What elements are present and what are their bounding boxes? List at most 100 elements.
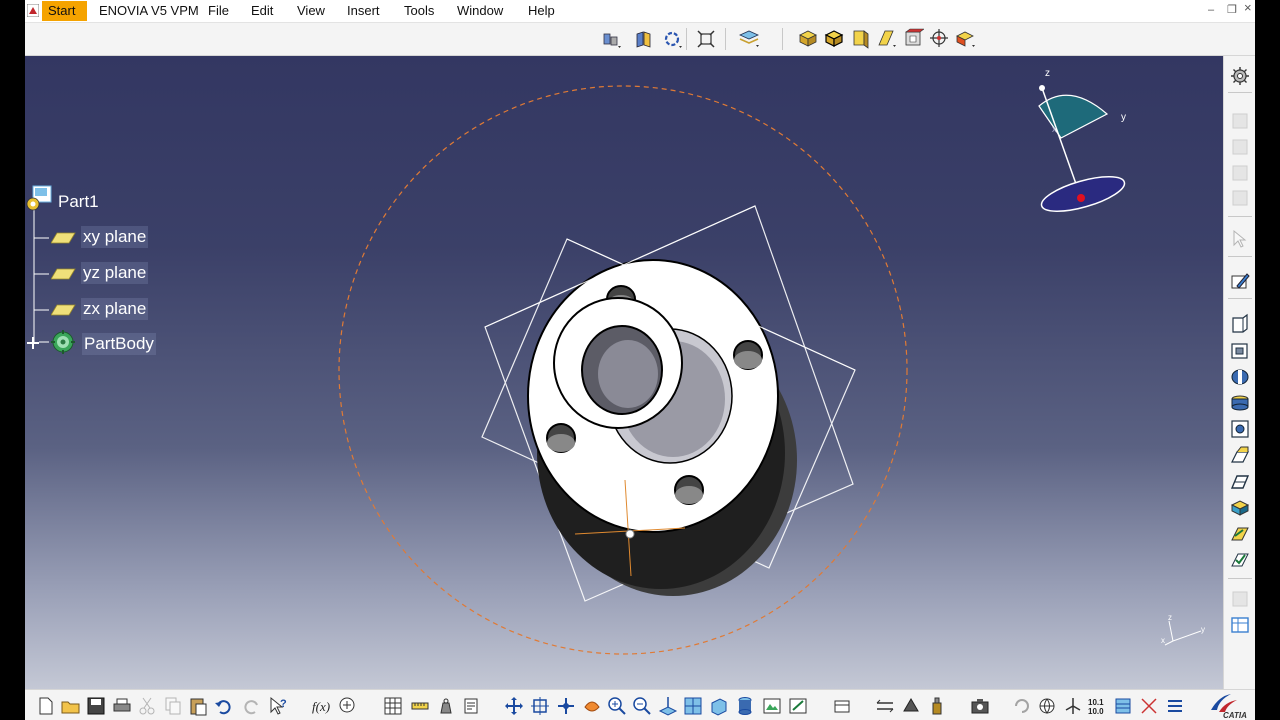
draft-icon[interactable] [1229,496,1251,518]
svg-text:y: y [1201,625,1205,634]
swap-visible-icon[interactable] [661,28,683,50]
pad-icon[interactable] [1229,312,1251,334]
grid-value-icon[interactable]: 10.1 10.0 [1087,695,1109,717]
whats-this-icon[interactable]: ? [267,695,289,717]
clash-icon[interactable] [900,695,922,717]
menu-view[interactable]: View [297,3,325,19]
chamfer-icon[interactable] [1229,470,1251,492]
plane-icon[interactable] [51,303,77,317]
shading-icon[interactable] [734,695,756,717]
expand-icon[interactable] [26,336,40,350]
menu-help[interactable]: Help [528,3,555,19]
save-icon[interactable] [85,695,107,717]
zoom-out-icon[interactable] [631,695,653,717]
catia-app-icon[interactable] [27,4,39,17]
sketch-icon[interactable] [1229,270,1251,292]
select-icon[interactable] [1229,228,1251,250]
globe-icon[interactable] [1036,695,1058,717]
capture-icon[interactable] [831,695,853,717]
hole-icon[interactable] [1229,392,1251,414]
grid-icon[interactable] [1112,695,1134,717]
partbody-icon[interactable] [49,328,77,356]
pan-icon[interactable] [503,695,525,717]
part-icon[interactable] [25,184,55,212]
menu-start[interactable]: Start [42,1,87,21]
hide-show-icon[interactable] [633,28,655,50]
apply-material-icon[interactable] [787,695,809,717]
3d-viewport[interactable]: z y x z y x Part1 xy plane yz plane zx p… [25,56,1223,689]
plane-icon[interactable] [51,267,77,281]
multi-icon[interactable] [682,695,704,717]
tree-item-xy-plane[interactable]: xy plane [81,226,149,248]
minimize-button[interactable]: – [1208,3,1214,17]
top-toolbar [25,23,1255,56]
shaft-icon[interactable] [1229,366,1251,388]
table-tool-icon[interactable] [1229,614,1251,636]
menu-insert[interactable]: Insert [347,3,380,19]
tree-root-part1[interactable]: Part1 [58,191,99,213]
tree-item-partbody[interactable]: PartBody [82,333,156,355]
rib-icon[interactable] [1229,418,1251,440]
measure-icon[interactable] [409,695,431,717]
new-icon[interactable] [35,695,57,717]
paste-icon[interactable] [187,695,209,717]
refresh-icon[interactable] [1011,695,1033,717]
bottle-icon[interactable] [926,695,948,717]
normal-icon[interactable] [657,695,679,717]
iso-view-icon[interactable] [708,695,730,717]
normal-view-icon[interactable] [902,27,924,49]
shading-edges-icon[interactable] [823,27,845,49]
gear-icon[interactable] [1229,65,1251,87]
camera-icon[interactable] [969,695,991,717]
multi-view-icon[interactable] [954,27,976,49]
catia-logo-text: CATIA [1223,711,1247,720]
table-icon[interactable] [382,695,404,717]
compass-icon[interactable] [1062,695,1084,717]
boolean-icon[interactable] [1229,548,1251,570]
snap-icon[interactable] [600,28,622,50]
list-icon[interactable] [1164,695,1186,717]
rotate-icon[interactable] [555,695,577,717]
layer-icon[interactable] [738,27,760,49]
wireframe-icon[interactable] [849,27,871,49]
hand-icon[interactable] [581,695,603,717]
plane-icon[interactable] [51,231,77,245]
print-icon[interactable] [111,695,133,717]
render-icon[interactable] [761,695,783,717]
menu-enovia[interactable]: ENOVIA V5 VPM [99,3,199,19]
pocket-icon[interactable] [1229,340,1251,362]
menu-window[interactable]: Window [457,3,503,19]
undo-icon[interactable] [213,695,235,717]
properties-icon[interactable] [461,695,483,717]
axis-triad: z y x [1161,613,1205,646]
tool-icon[interactable] [874,695,896,717]
menu-tools[interactable]: Tools [404,3,434,19]
center-icon[interactable] [928,27,950,49]
zoom-in-icon[interactable] [606,695,628,717]
catia-window: Start ENOVIA V5 VPM File Edit View Inser… [25,0,1255,720]
compass-z-label: z [1045,68,1050,79]
svg-text:10.1: 10.1 [1088,698,1104,707]
cut-icon[interactable] [136,695,158,717]
mass-icon[interactable] [435,695,457,717]
menu-file[interactable]: File [208,3,229,19]
toolbar-separator [1228,216,1252,217]
open-icon[interactable] [60,695,82,717]
redo-icon[interactable] [240,695,262,717]
tree-item-zx-plane[interactable]: zx plane [81,298,149,320]
knowledge-icon[interactable] [336,695,358,717]
menu-edit[interactable]: Edit [251,3,273,19]
compass-widget[interactable]: z y x [1025,64,1135,224]
fillet-icon[interactable] [1229,444,1251,466]
constraint-icon[interactable] [1138,695,1160,717]
copy-icon[interactable] [162,695,184,717]
tree-item-yz-plane[interactable]: yz plane [81,262,149,284]
formula-icon[interactable]: f(x) [311,695,333,717]
fit-icon[interactable] [529,695,551,717]
fit-all-icon[interactable] [695,28,717,50]
restore-button[interactable]: ❐ [1227,3,1237,17]
shell-icon[interactable] [1229,522,1251,544]
shading-icon[interactable] [797,27,819,49]
close-button[interactable]: × [1244,1,1252,15]
custom-view-icon[interactable] [875,27,897,49]
